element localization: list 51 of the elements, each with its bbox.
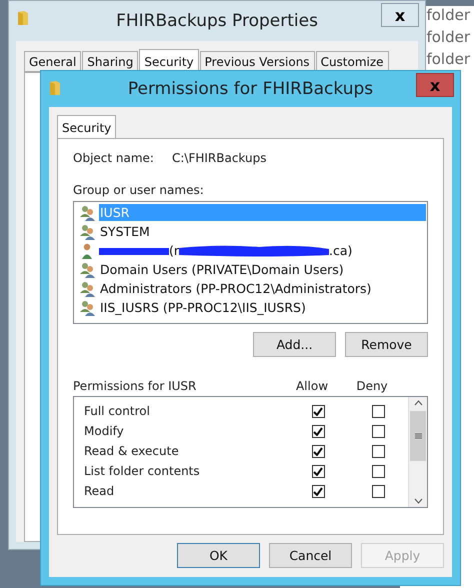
checkbox[interactable] xyxy=(372,464,384,478)
folder-icon xyxy=(17,10,29,26)
allow-header: Allow xyxy=(296,379,328,393)
users-icon xyxy=(79,300,97,316)
checkbox[interactable] xyxy=(312,464,324,478)
tab[interactable]: Previous Versions xyxy=(200,51,315,72)
permission-name: List folder contents xyxy=(84,464,201,478)
checkbox[interactable] xyxy=(372,444,384,458)
users-icon xyxy=(79,204,97,220)
users-icon xyxy=(79,262,97,278)
list-item[interactable]: SYSTEM xyxy=(99,223,426,240)
users-icon xyxy=(79,280,97,296)
tab[interactable]: Sharing xyxy=(82,51,138,72)
object-name: C:\FHIRBackups xyxy=(172,151,266,165)
list-item[interactable]: Administrators (PP-PROC12\Administrators) xyxy=(99,280,426,297)
checkbox[interactable] xyxy=(372,424,384,438)
permissions-label: Permissions for IUSR xyxy=(73,379,198,393)
close-button[interactable]: x xyxy=(381,3,419,27)
permission-name: Read & execute xyxy=(84,444,180,458)
dialog-button[interactable]: OK xyxy=(177,543,260,568)
grip-icon xyxy=(414,433,422,439)
checkbox[interactable] xyxy=(312,444,324,458)
users-icon xyxy=(79,224,97,240)
checkbox[interactable] xyxy=(312,484,324,498)
checkbox[interactable] xyxy=(312,424,324,438)
list-button[interactable]: Remove xyxy=(345,332,428,357)
checkbox[interactable] xyxy=(312,404,324,418)
tab[interactable]: Customize xyxy=(316,51,389,72)
list-button[interactable]: Add... xyxy=(253,332,336,357)
list-item[interactable]: (r .ca) xyxy=(99,243,352,258)
window-title: Permissions for FHIRBackups xyxy=(126,79,374,99)
list-item[interactable]: Domain Users (PRIVATE\Domain Users) xyxy=(99,261,426,278)
tab[interactable]: General xyxy=(24,51,82,72)
permission-name: Read xyxy=(84,484,116,498)
item-type: folder xyxy=(426,28,470,47)
checkbox[interactable] xyxy=(372,484,384,498)
scrollbar[interactable] xyxy=(408,397,427,507)
dialog-button[interactable]: Cancel xyxy=(269,543,352,568)
deny-header: Deny xyxy=(356,379,388,393)
permission-name: Modify xyxy=(84,424,125,438)
folder-icon xyxy=(49,80,61,96)
tab[interactable]: Security xyxy=(57,115,116,139)
group-label: Group or user names: xyxy=(73,183,205,197)
close-button[interactable]: x xyxy=(416,73,454,97)
permission-name: Full control xyxy=(84,404,151,418)
item-type: folder xyxy=(426,6,470,25)
window-title: FHIRBackups Properties xyxy=(115,11,319,31)
list-item[interactable]: IIS_IUSRS (PP-PROC12\IIS_IUSRS) xyxy=(99,299,426,316)
object-name-label: Object name: xyxy=(73,151,154,165)
item-type: folder xyxy=(426,50,470,69)
checkbox[interactable] xyxy=(372,404,384,418)
